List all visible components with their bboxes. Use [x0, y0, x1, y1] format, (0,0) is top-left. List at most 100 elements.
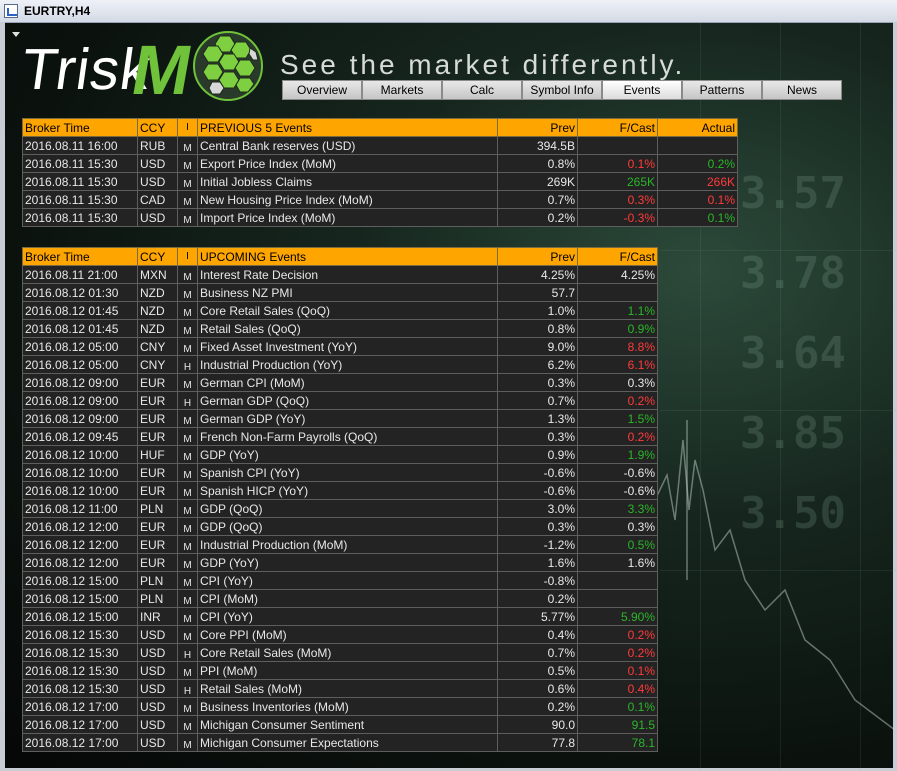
table-row[interactable]: 2016.08.12 05:00 CNY H Industrial Productio… — [22, 355, 658, 374]
table-row[interactable]: 2016.08.12 15:30 USD M Core PPI (MoM) 0.4% 0.… — [22, 625, 658, 644]
cell-imp: M — [177, 517, 198, 536]
cell-fcast: 0.5% — [577, 535, 658, 554]
cell-imp: M — [177, 625, 198, 644]
cell-ccy: PLN — [137, 499, 178, 518]
table-row[interactable]: 2016.08.11 16:00 RUB M Central Bank reserve… — [22, 136, 738, 155]
table-row[interactable]: 2016.08.12 09:00 EUR M German CPI (MoM) 0.3%… — [22, 373, 658, 392]
table-row[interactable]: 2016.08.12 11:00 PLN M GDP (QoQ) 3.0% 3.3% — [22, 499, 658, 518]
cell-time: 2016.08.12 10:00 — [22, 481, 138, 500]
cell-fcast: 5.90% — [577, 607, 658, 626]
cell-time: 2016.08.12 17:00 — [22, 733, 138, 752]
table-row[interactable]: 2016.08.12 10:00 HUF M GDP (YoY) 0.9% 1.9% — [22, 445, 658, 464]
cell-fcast: 0.1% — [577, 697, 658, 716]
cell-imp: M — [177, 715, 198, 734]
table-row[interactable]: 2016.08.11 15:30 CAD M New Housing Price In… — [22, 190, 738, 209]
header-fcast: F/Cast — [577, 247, 658, 266]
cell-fcast: -0.6% — [577, 481, 658, 500]
cell-time: 2016.08.12 15:30 — [22, 625, 138, 644]
tab-overview[interactable]: Overview — [282, 80, 362, 100]
cell-imp: M — [177, 409, 198, 428]
table-row[interactable]: 2016.08.12 10:00 EUR M Spanish CPI (YoY) -0.… — [22, 463, 658, 482]
cell-ccy: PLN — [137, 571, 178, 590]
cell-fcast: 78.1 — [577, 733, 658, 752]
cell-time: 2016.08.12 15:30 — [22, 643, 138, 662]
cell-prev: 57.7 — [497, 283, 578, 302]
table-row[interactable]: 2016.08.12 12:00 EUR M Industrial Productio… — [22, 535, 658, 554]
title-bar[interactable]: EURTRY,H4 — [0, 0, 897, 23]
table-row[interactable]: 2016.08.11 15:30 USD M Export Price Index (… — [22, 154, 738, 173]
cell-fcast: 0.3% — [577, 190, 658, 209]
cell-fcast: 6.1% — [577, 355, 658, 374]
cell-fcast: 1.9% — [577, 445, 658, 464]
table-row[interactable]: 2016.08.12 09:45 EUR M French Non-Farm Payr… — [22, 427, 658, 446]
table-row[interactable]: 2016.08.12 09:00 EUR H German GDP (QoQ) 0.7%… — [22, 391, 658, 410]
tab-markets[interactable]: Markets — [362, 80, 442, 100]
cell-event: Core PPI (MoM) — [197, 625, 498, 644]
cell-event: CPI (YoY) — [197, 607, 498, 626]
table-row[interactable]: 2016.08.11 21:00 MXN M Interest Rate Decisi… — [22, 265, 658, 284]
tab-calc[interactable]: Calc — [442, 80, 522, 100]
table-row[interactable]: 2016.08.12 15:30 USD M PPI (MoM) 0.5% 0.1% — [22, 661, 658, 680]
table-row[interactable]: 2016.08.12 15:30 USD H Retail Sales (MoM) 0.… — [22, 679, 658, 698]
table-row[interactable]: 2016.08.12 17:00 USD M Michigan Consumer Ex… — [22, 733, 658, 752]
cell-event: Core Retail Sales (MoM) — [197, 643, 498, 662]
table-row[interactable]: 2016.08.12 01:30 NZD M Business NZ PMI 57.7 — [22, 283, 658, 302]
table-row[interactable]: 2016.08.12 12:00 EUR M GDP (QoQ) 0.3% 0.3% — [22, 517, 658, 536]
cell-event: Michigan Consumer Sentiment — [197, 715, 498, 734]
cell-actual: 0.1% — [657, 190, 738, 209]
table-row[interactable]: 2016.08.11 15:30 USD M Initial Jobless Clai… — [22, 172, 738, 191]
cell-ccy: EUR — [137, 553, 178, 572]
cell-fcast — [577, 136, 658, 155]
table-row[interactable]: 2016.08.12 09:00 EUR M German GDP (YoY) 1.3%… — [22, 409, 658, 428]
table-row[interactable]: 2016.08.12 17:00 USD M Business Inventories… — [22, 697, 658, 716]
cell-prev: 0.8% — [497, 319, 578, 338]
cell-ccy: USD — [137, 697, 178, 716]
cell-ccy: CNY — [137, 337, 178, 356]
table-row[interactable]: 2016.08.12 01:45 NZD M Retail Sales (QoQ) 0.… — [22, 319, 658, 338]
cell-ccy: NZD — [137, 319, 178, 338]
cell-fcast: 0.2% — [577, 643, 658, 662]
table-row[interactable]: 2016.08.12 05:00 CNY M Fixed Asset Investme… — [22, 337, 658, 356]
cell-imp: M — [177, 337, 198, 356]
table-row[interactable]: 2016.08.12 15:00 PLN M CPI (YoY) -0.8% — [22, 571, 658, 590]
terminal-window: EURTRY,H4 3.57 3.78 3.64 3.85 3.50 Trisk… — [0, 0, 897, 771]
cell-time: 2016.08.12 10:00 — [22, 463, 138, 482]
tab-news[interactable]: News — [762, 80, 842, 100]
cell-event: Spanish HICP (YoY) — [197, 481, 498, 500]
bg-price-chart — [655, 420, 895, 731]
cell-time: 2016.08.12 15:00 — [22, 607, 138, 626]
cell-time: 2016.08.12 05:00 — [22, 337, 138, 356]
cell-event: Industrial Production (MoM) — [197, 535, 498, 554]
cell-prev: 5.77% — [497, 607, 578, 626]
tab-symbol-info[interactable]: Symbol Info — [522, 80, 602, 100]
cell-actual: 0.2% — [657, 154, 738, 173]
table-row[interactable]: 2016.08.11 15:30 USD M Import Price Index (… — [22, 208, 738, 227]
cell-fcast: 4.25% — [577, 265, 658, 284]
tab-patterns[interactable]: Patterns — [682, 80, 762, 100]
table-row[interactable]: 2016.08.12 15:00 INR M CPI (YoY) 5.77% 5.90% — [22, 607, 658, 626]
cell-ccy: EUR — [137, 373, 178, 392]
cell-event: Michigan Consumer Expectations — [197, 733, 498, 752]
table-row[interactable]: 2016.08.12 10:00 EUR M Spanish HICP (YoY) -0… — [22, 481, 658, 500]
bg-price-text: 3.57 — [740, 168, 846, 219]
cell-ccy: USD — [137, 733, 178, 752]
menu-dropdown-icon[interactable] — [12, 32, 20, 37]
table-row[interactable]: 2016.08.12 12:00 EUR M GDP (YoY) 1.6% 1.6% — [22, 553, 658, 572]
cell-time: 2016.08.12 09:00 — [22, 409, 138, 428]
cell-ccy: NZD — [137, 301, 178, 320]
cell-fcast: 0.2% — [577, 391, 658, 410]
table-row[interactable]: 2016.08.12 17:00 USD M Michigan Consumer Se… — [22, 715, 658, 734]
cell-time: 2016.08.12 15:00 — [22, 589, 138, 608]
table-row[interactable]: 2016.08.12 15:30 USD H Core Retail Sales (M… — [22, 643, 658, 662]
table-row[interactable]: 2016.08.12 01:45 NZD M Core Retail Sales (Q… — [22, 301, 658, 320]
cell-time: 2016.08.12 15:00 — [22, 571, 138, 590]
table-row[interactable]: 2016.08.12 15:00 PLN M CPI (MoM) 0.2% — [22, 589, 658, 608]
cell-fcast: 0.1% — [577, 154, 658, 173]
cell-prev: 3.0% — [497, 499, 578, 518]
tagline: See the market differently. — [280, 49, 686, 80]
cell-imp: M — [177, 499, 198, 518]
cell-time: 2016.08.12 05:00 — [22, 355, 138, 374]
window-title: EURTRY,H4 — [24, 4, 91, 18]
tab-events[interactable]: Events — [602, 80, 682, 100]
cell-ccy: EUR — [137, 517, 178, 536]
